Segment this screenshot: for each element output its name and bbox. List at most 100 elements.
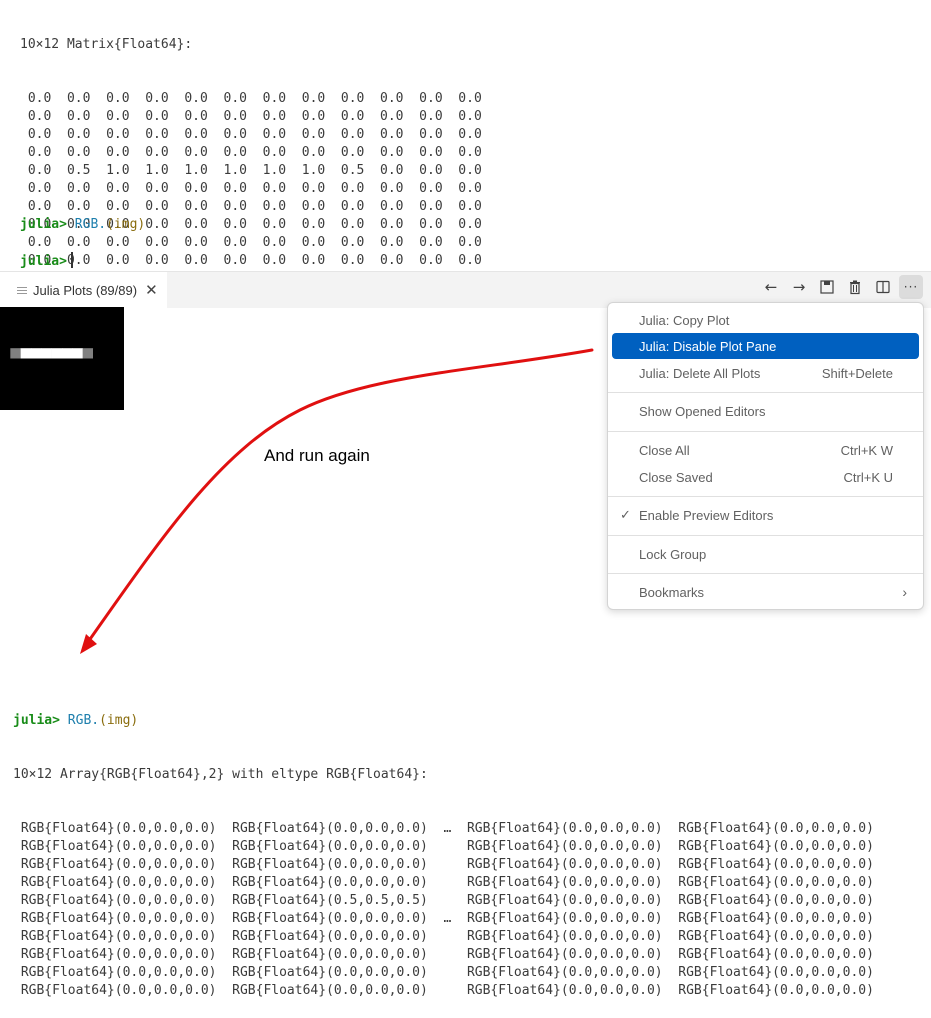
- plot-heatmap: [0, 307, 124, 410]
- tab-julia-plots[interactable]: Julia Plots (89/89) ✕: [0, 272, 167, 308]
- menu-shortcut: Shift+Delete: [821, 365, 893, 381]
- pixel-cell: [51, 307, 63, 318]
- arrow-right-icon: →: [792, 278, 806, 296]
- pixel-cell: [0, 327, 11, 339]
- split-editor-button[interactable]: [871, 275, 895, 299]
- menu-item-delete-all-plots[interactable]: Julia: Delete All Plots Shift+Delete: [612, 360, 919, 386]
- pixel-cell: [0, 317, 11, 328]
- back-button[interactable]: ←: [759, 275, 783, 299]
- pixel-cell: [41, 379, 52, 390]
- menu-label: Julia: Copy Plot: [639, 312, 730, 328]
- menu-shortcut: Ctrl+K U: [843, 469, 893, 485]
- matrix-row: 0.0 0.0 0.0 0.0 0.0 0.0 0.0 0.0 0.0 0.0 …: [20, 127, 482, 142]
- pixel-cell: [31, 317, 42, 328]
- pixel-cell: [93, 389, 104, 400]
- command-args: (img): [106, 217, 146, 232]
- tab-label: Julia Plots (89/89): [33, 282, 138, 298]
- array-header: 10×12 Array{RGB{Float64},2} with eltype …: [13, 767, 428, 782]
- pixel-cell: [31, 368, 42, 380]
- pixel-cell: [113, 307, 124, 318]
- arrow-head-icon: [80, 634, 97, 654]
- pixel-cell: [20, 327, 32, 339]
- pixel-cell: [72, 368, 83, 380]
- pixel-cell: [93, 399, 104, 410]
- pixel-cell: [72, 307, 83, 318]
- pixel-cell: [0, 379, 11, 390]
- menu-item-lock-group[interactable]: Lock Group: [612, 541, 919, 567]
- check-icon: ✓: [620, 507, 631, 522]
- matrix-row: 0.0 0.0 0.0 0.0 0.0 0.0 0.0 0.0 0.0 0.0 …: [20, 145, 482, 160]
- julia-prompt: julia>: [13, 713, 60, 728]
- pixel-cell: [10, 368, 21, 380]
- plot-toolbar: ← → ···: [759, 275, 923, 299]
- pixel-cell: [72, 317, 83, 328]
- pixel-cell: [10, 389, 21, 400]
- menu-item-enable-preview-editors[interactable]: ✓ Enable Preview Editors: [612, 502, 919, 528]
- save-plot-button[interactable]: [815, 275, 839, 299]
- pixel-cell: [20, 358, 32, 370]
- pixel-cell: [20, 348, 32, 359]
- pixel-cell: [82, 307, 94, 318]
- split-icon: [876, 280, 890, 294]
- rgb-row: RGB{Float64}(0.0,0.0,0.0) RGB{Float64}(0…: [13, 821, 874, 836]
- pixel-cell: [103, 358, 114, 370]
- menu-item-close-all[interactable]: Close All Ctrl+K W: [612, 437, 919, 463]
- rgb-row: RGB{Float64}(0.0,0.0,0.0) RGB{Float64}(0…: [13, 875, 874, 890]
- pixel-cell: [103, 348, 114, 359]
- menu-item-close-saved[interactable]: Close Saved Ctrl+K U: [612, 464, 919, 490]
- repl-matrix-output: 10×12 Matrix{Float64}: 0.0 0.0 0.0 0.0 0…: [20, 0, 482, 288]
- menu-separator: [608, 535, 923, 536]
- more-actions-button[interactable]: ···: [899, 275, 923, 299]
- pixel-cell: [31, 379, 42, 390]
- menu-separator: [608, 573, 923, 574]
- pixel-cell: [51, 348, 63, 359]
- menu-item-bookmarks[interactable]: Bookmarks ›: [612, 579, 919, 605]
- menu-shortcut: Ctrl+K W: [840, 442, 893, 458]
- menu-separator: [608, 392, 923, 393]
- pixel-cell: [82, 348, 94, 359]
- context-menu: Julia: Copy Plot Julia: Disable Plot Pan…: [607, 302, 924, 610]
- plot-image: [0, 307, 124, 410]
- menu-item-copy-plot[interactable]: Julia: Copy Plot: [612, 307, 919, 333]
- command-args: (img): [99, 713, 139, 728]
- pixel-cell: [113, 337, 124, 349]
- pixel-cell: [0, 389, 11, 400]
- pixel-cell: [10, 327, 21, 339]
- pixel-cell: [113, 368, 124, 380]
- matrix-row: 0.0 0.0 0.0 0.0 0.0 0.0 0.0 0.0 0.0 0.0 …: [20, 199, 482, 214]
- save-icon: [820, 280, 834, 294]
- pixel-cell: [51, 337, 63, 349]
- pixel-cell: [31, 399, 42, 410]
- rgb-row: RGB{Float64}(0.0,0.0,0.0) RGB{Float64}(0…: [13, 911, 874, 926]
- pixel-cell: [82, 327, 94, 339]
- delete-plot-button[interactable]: [843, 275, 867, 299]
- pixel-cell: [62, 399, 73, 410]
- pixel-cell: [93, 307, 104, 318]
- pixel-cell: [41, 368, 52, 380]
- pixel-cell: [41, 389, 52, 400]
- pixel-cell: [31, 307, 42, 318]
- menu-item-show-opened-editors[interactable]: Show Opened Editors: [612, 398, 919, 424]
- pixel-cell: [62, 327, 73, 339]
- pixel-cell: [93, 317, 104, 328]
- pixel-cell: [93, 348, 104, 359]
- pixel-cell: [20, 337, 32, 349]
- pixel-cell: [20, 317, 32, 328]
- close-icon[interactable]: ✕: [145, 281, 158, 299]
- repl-command-line: julia> RGB.(img): [20, 216, 145, 234]
- menu-item-disable-plot-pane[interactable]: Julia: Disable Plot Pane: [612, 333, 919, 359]
- forward-button[interactable]: →: [787, 275, 811, 299]
- menu-label: Show Opened Editors: [639, 403, 766, 419]
- pixel-cell: [113, 389, 124, 400]
- pixel-cell: [113, 327, 124, 339]
- pixel-cell: [20, 399, 32, 410]
- pixel-cell: [103, 379, 114, 390]
- menu-label: Enable Preview Editors: [639, 507, 774, 523]
- pixel-cell: [0, 399, 11, 410]
- text-cursor: [70, 252, 73, 268]
- repl-input-line[interactable]: julia>: [20, 252, 73, 271]
- pixel-cell: [20, 368, 32, 380]
- pixel-cell: [72, 379, 83, 390]
- pixel-cell: [103, 317, 114, 328]
- pixel-cell: [41, 399, 52, 410]
